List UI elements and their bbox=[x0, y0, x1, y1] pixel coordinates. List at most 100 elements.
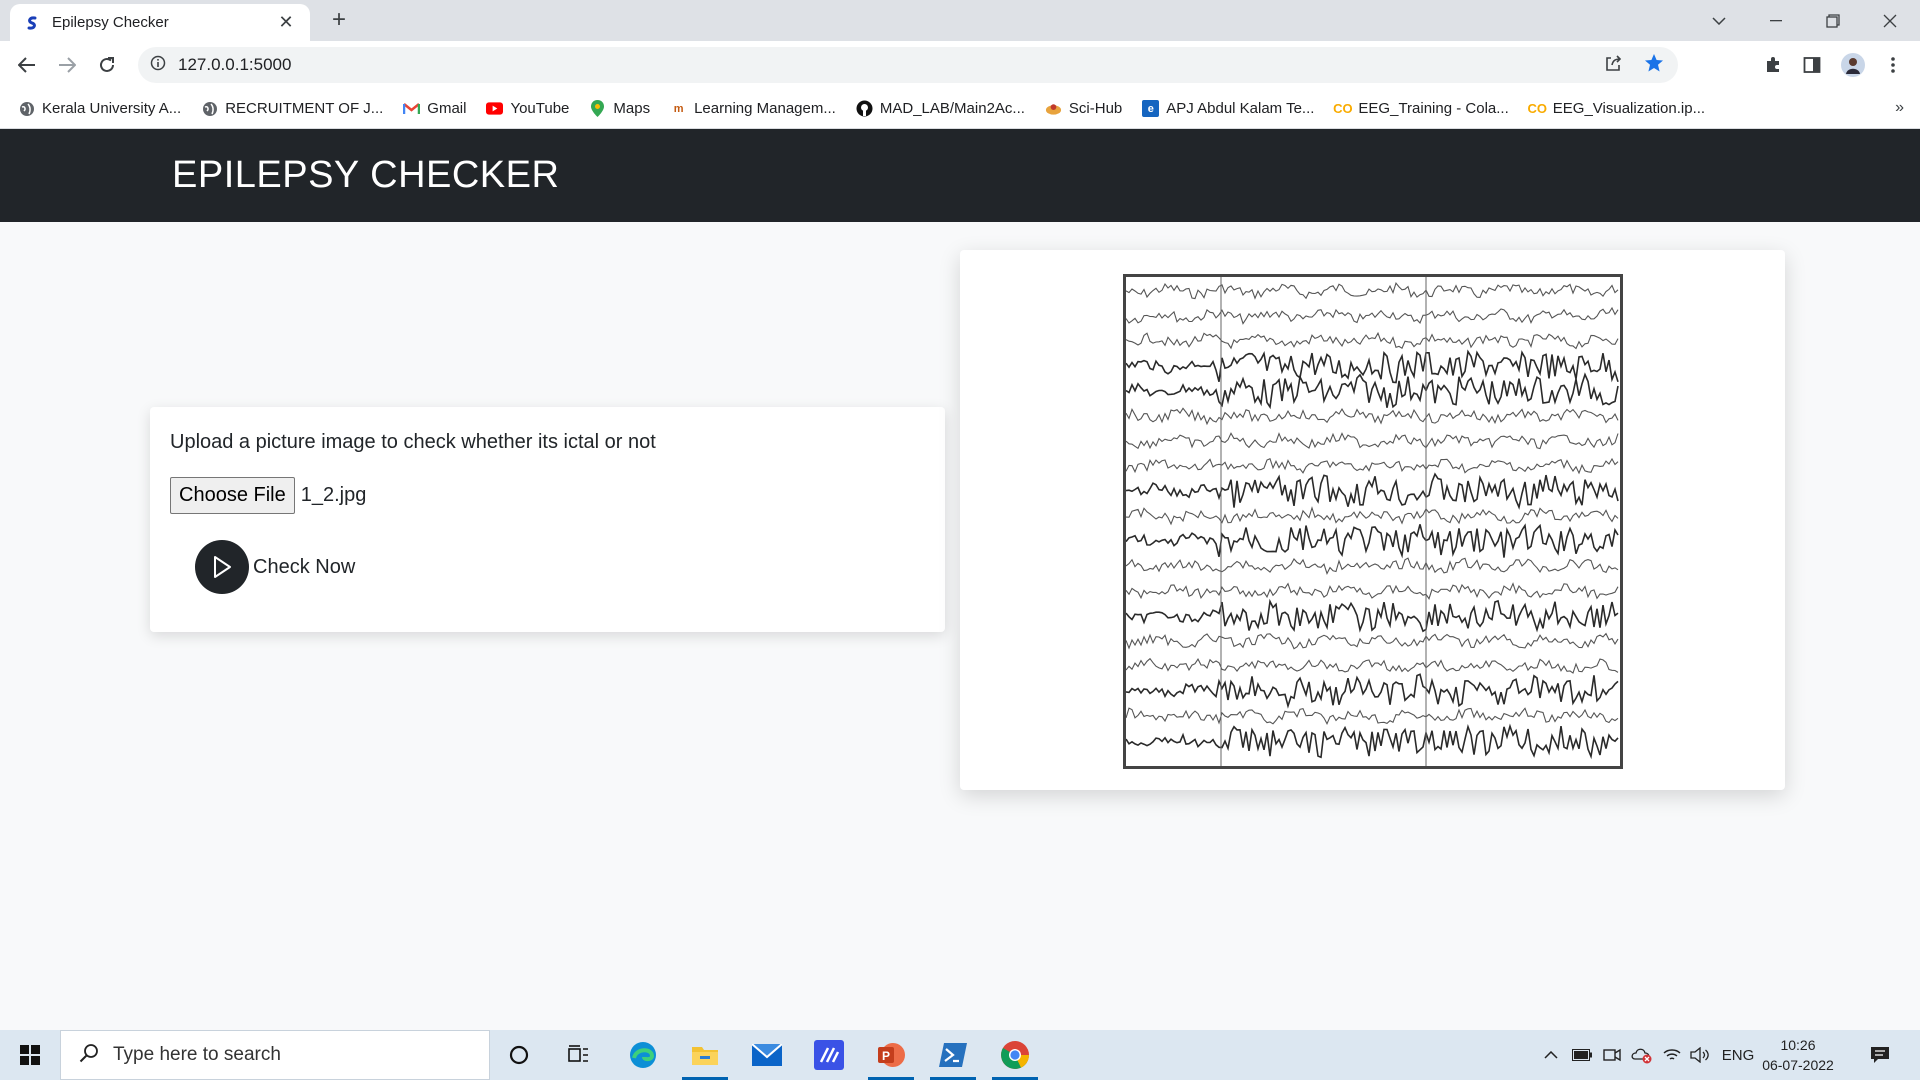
bookmark-gmail[interactable]: Gmail bbox=[403, 100, 466, 117]
tab-close-icon[interactable]: ✕ bbox=[276, 12, 296, 33]
battery-icon[interactable] bbox=[1570, 1030, 1594, 1080]
reload-icon[interactable] bbox=[92, 50, 122, 80]
search-icon bbox=[79, 1043, 99, 1068]
taskbar-search-box[interactable]: Type here to search bbox=[60, 1030, 490, 1080]
bookmark-apj-abdul-kalam[interactable]: e APJ Abdul Kalam Te... bbox=[1142, 100, 1314, 117]
back-arrow-icon[interactable] bbox=[12, 50, 42, 80]
clock-time: 10:26 bbox=[1780, 1037, 1816, 1053]
upload-card: Upload a picture image to check whether … bbox=[150, 407, 945, 632]
gmail-icon bbox=[403, 100, 421, 117]
eeg-trace bbox=[1125, 557, 1619, 575]
eeg-trace bbox=[1125, 306, 1619, 325]
clock-date: 06-07-2022 bbox=[1762, 1057, 1834, 1073]
bookmark-eeg-training[interactable]: CO EEG_Training - Cola... bbox=[1333, 100, 1509, 117]
choose-file-button[interactable]: Choose File bbox=[170, 477, 295, 514]
share-icon[interactable] bbox=[1604, 54, 1622, 77]
maps-icon bbox=[589, 100, 606, 117]
lms-icon: m bbox=[673, 102, 684, 115]
browser-toolbar: 127.0.0.1:5000 bbox=[0, 41, 1920, 89]
ktu-icon: e bbox=[1142, 100, 1160, 117]
system-clock[interactable]: 10:26 06-07-2022 bbox=[1762, 1035, 1834, 1075]
restore-icon[interactable] bbox=[1804, 0, 1861, 41]
tab-title: Epilepsy Checker bbox=[52, 14, 169, 31]
globe-icon bbox=[201, 100, 218, 117]
eeg-trace bbox=[1125, 582, 1619, 600]
play-icon[interactable] bbox=[195, 540, 249, 594]
tray-chevron-up-icon[interactable] bbox=[1540, 1030, 1562, 1080]
address-bar[interactable]: 127.0.0.1:5000 bbox=[138, 47, 1678, 83]
eeg-trace bbox=[1125, 432, 1619, 450]
svg-text:P: P bbox=[882, 1049, 890, 1063]
powerpoint-icon[interactable]: P bbox=[862, 1030, 920, 1080]
eeg-waveform-graphic bbox=[1125, 277, 1619, 766]
site-navbar: EPILEPSY CHECKER bbox=[0, 129, 1920, 222]
eeg-trace bbox=[1125, 372, 1619, 410]
bookmark-star-icon[interactable] bbox=[1644, 53, 1664, 78]
cortana-icon[interactable] bbox=[490, 1030, 548, 1080]
eeg-preview-image bbox=[1123, 274, 1623, 769]
youtube-icon bbox=[486, 100, 504, 117]
colab-icon: CO bbox=[1333, 101, 1353, 116]
powershell-icon[interactable] bbox=[924, 1030, 982, 1080]
volume-icon[interactable] bbox=[1688, 1030, 1712, 1080]
file-explorer-icon[interactable] bbox=[676, 1030, 734, 1080]
extensions-icon[interactable] bbox=[1758, 50, 1788, 80]
bookmark-eeg-visualization[interactable]: CO EEG_Visualization.ip... bbox=[1527, 100, 1706, 117]
eeg-trace bbox=[1125, 349, 1619, 384]
file-input[interactable]: Choose File 1_2.jpg bbox=[170, 477, 366, 514]
menu-kebab-icon[interactable] bbox=[1878, 50, 1908, 80]
bookmark-recruitment[interactable]: RECRUITMENT OF J... bbox=[201, 100, 383, 117]
tab-search-icon[interactable] bbox=[1690, 0, 1747, 41]
bookmark-mad-lab[interactable]: MAD_LAB/Main2Ac... bbox=[856, 100, 1025, 117]
bookmark-youtube[interactable]: YouTube bbox=[486, 100, 569, 117]
profile-avatar[interactable] bbox=[1838, 50, 1868, 80]
new-tab-button[interactable]: + bbox=[325, 6, 353, 34]
preview-card bbox=[960, 250, 1785, 790]
site-info-icon[interactable] bbox=[150, 55, 166, 76]
eeg-trace bbox=[1125, 506, 1619, 526]
favicon-icon bbox=[24, 15, 40, 31]
eeg-trace bbox=[1125, 331, 1619, 350]
minimize-icon[interactable] bbox=[1747, 0, 1804, 41]
bookmark-kerala-university[interactable]: Kerala University A... bbox=[18, 100, 181, 117]
eeg-trace bbox=[1125, 598, 1619, 633]
task-view-icon[interactable] bbox=[550, 1030, 608, 1080]
eeg-trace bbox=[1125, 281, 1619, 300]
eeg-trace bbox=[1125, 723, 1619, 760]
upload-prompt: Upload a picture image to check whether … bbox=[170, 431, 656, 453]
language-indicator[interactable]: ENG bbox=[1718, 1030, 1758, 1080]
forward-arrow-icon[interactable] bbox=[52, 50, 82, 80]
edge-browser-icon[interactable] bbox=[614, 1030, 672, 1080]
eeg-trace bbox=[1125, 657, 1619, 674]
scihub-icon bbox=[1045, 100, 1062, 117]
meet-now-icon[interactable] bbox=[1600, 1030, 1624, 1080]
tab-epilepsy-checker[interactable]: Epilepsy Checker ✕ bbox=[10, 4, 310, 41]
page-body: Upload a picture image to check whether … bbox=[0, 222, 1920, 1030]
check-now-label: Check Now bbox=[253, 555, 356, 578]
eeg-trace bbox=[1125, 407, 1619, 426]
window-close-icon[interactable] bbox=[1861, 0, 1918, 41]
selected-file-name: 1_2.jpg bbox=[300, 484, 367, 506]
search-placeholder: Type here to search bbox=[113, 1044, 281, 1065]
bookmark-sci-hub[interactable]: Sci-Hub bbox=[1045, 100, 1122, 117]
side-panel-icon[interactable] bbox=[1797, 50, 1827, 80]
check-now-button[interactable]: Check Now bbox=[195, 540, 355, 594]
browser-tab-strip: Epilepsy Checker ✕ + bbox=[0, 0, 1920, 41]
vscode-style-app-icon[interactable] bbox=[800, 1030, 858, 1080]
windows-start-icon[interactable] bbox=[0, 1030, 60, 1080]
eeg-trace bbox=[1125, 673, 1619, 709]
colab-icon: CO bbox=[1527, 101, 1548, 116]
notifications-icon[interactable] bbox=[1862, 1030, 1898, 1080]
wifi-icon[interactable] bbox=[1660, 1030, 1684, 1080]
bookmark-learning-management[interactable]: m Learning Managem... bbox=[670, 100, 836, 117]
bookmarks-bar: Kerala University A... RECRUITMENT OF J.… bbox=[0, 89, 1920, 129]
mail-icon[interactable] bbox=[738, 1030, 796, 1080]
chrome-icon[interactable] bbox=[986, 1030, 1044, 1080]
eeg-trace bbox=[1125, 632, 1619, 650]
bookmark-maps[interactable]: Maps bbox=[589, 100, 650, 117]
eeg-trace bbox=[1125, 523, 1619, 559]
onedrive-error-icon[interactable] bbox=[1630, 1030, 1654, 1080]
url-text[interactable]: 127.0.0.1:5000 bbox=[178, 55, 291, 75]
eeg-trace bbox=[1125, 457, 1619, 475]
bookmarks-overflow-icon[interactable]: » bbox=[1895, 99, 1904, 117]
